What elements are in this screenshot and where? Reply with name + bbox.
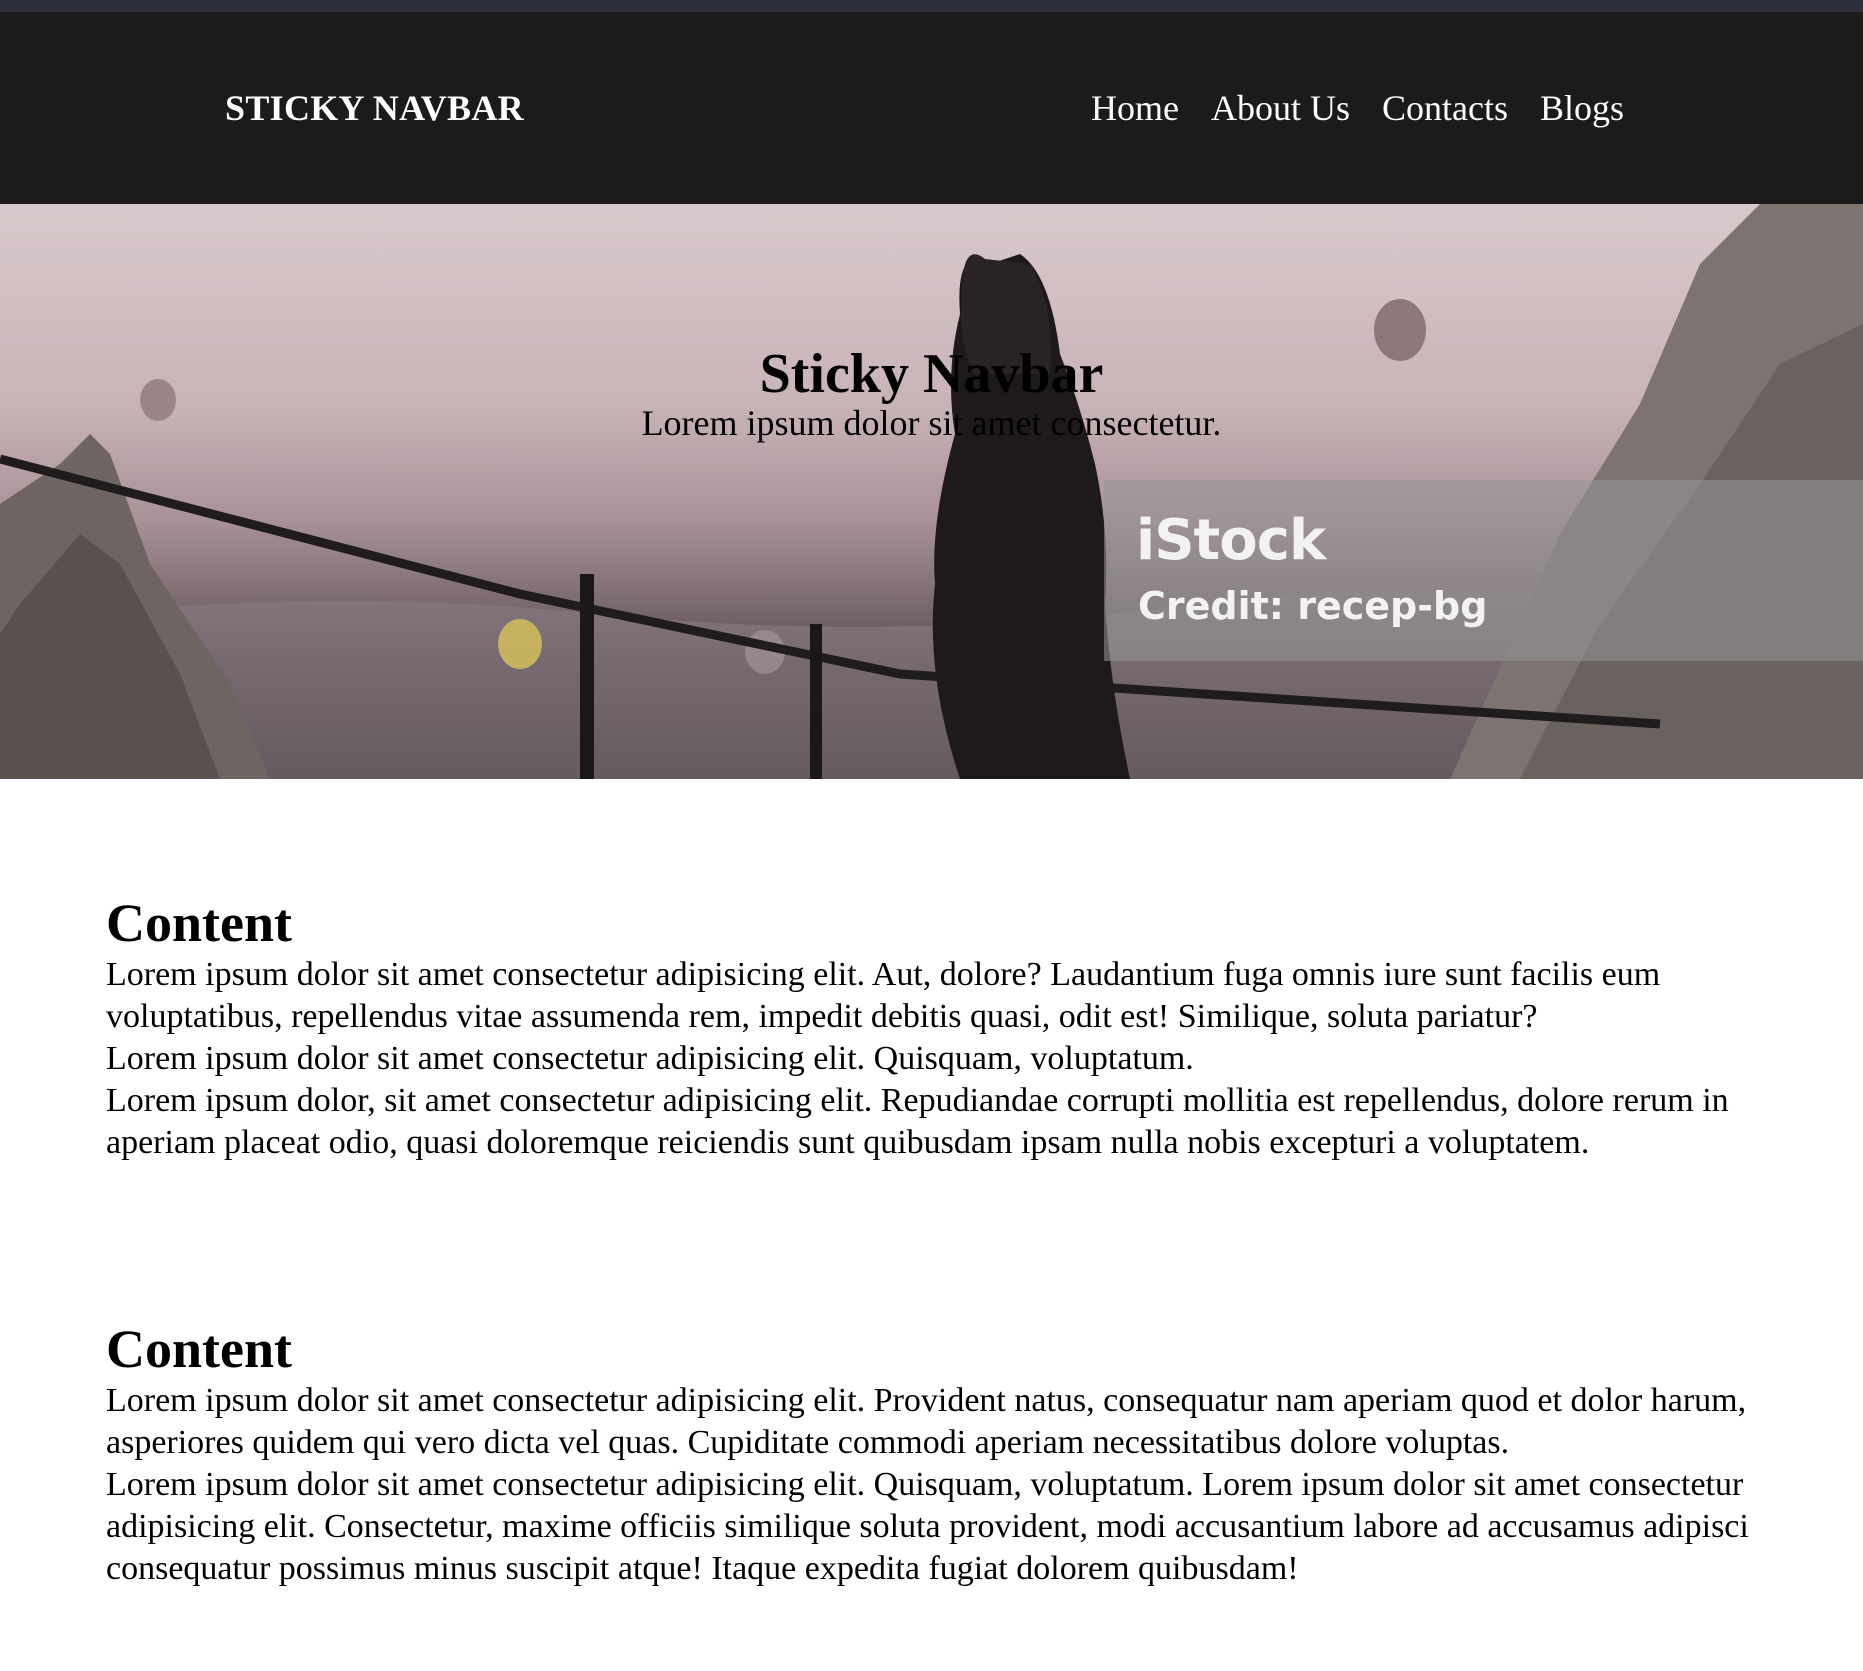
nav-link-about-us[interactable]: About Us <box>1211 87 1350 129</box>
section-paragraph: Lorem ipsum dolor sit amet consectetur a… <box>106 1040 1194 1077</box>
content-section-2: Content Lorem ipsum dolor sit amet conse… <box>106 1318 1766 1590</box>
section-heading: Content <box>106 1319 292 1379</box>
hero-banner: Sticky Navbar Lorem ipsum dolor sit amet… <box>0 204 1863 779</box>
nav-link-contacts[interactable]: Contacts <box>1382 87 1508 129</box>
brand-logo[interactable]: STICKY NAVBAR <box>225 12 524 204</box>
istock-watermark: iStock Credit: recep-bg <box>1104 480 1863 661</box>
nav-links: Home About Us Contacts Blogs <box>1091 12 1624 204</box>
navbar: STICKY NAVBAR Home About Us Contacts Blo… <box>0 12 1863 204</box>
watermark-logo: iStock <box>1136 508 1326 573</box>
section-paragraph: Lorem ipsum dolor sit amet consectetur a… <box>106 956 1661 1035</box>
section-paragraph: Lorem ipsum dolor sit amet consectetur a… <box>106 1466 1749 1587</box>
hero-title: Sticky Navbar <box>759 343 1104 405</box>
top-strip <box>0 0 1863 12</box>
content-section-1: Content Lorem ipsum dolor sit amet conse… <box>106 892 1766 1164</box>
watermark-credit: Credit: recep-bg <box>1138 584 1488 628</box>
section-paragraph: Lorem ipsum dolor sit amet consectetur a… <box>106 1382 1747 1461</box>
nav-link-home[interactable]: Home <box>1091 87 1179 129</box>
section-paragraph: Lorem ipsum dolor, sit amet consectetur … <box>106 1082 1729 1161</box>
hero-subtitle: Lorem ipsum dolor sit amet consectetur. <box>641 403 1222 443</box>
section-heading: Content <box>106 893 292 953</box>
nav-link-blogs[interactable]: Blogs <box>1540 87 1624 129</box>
